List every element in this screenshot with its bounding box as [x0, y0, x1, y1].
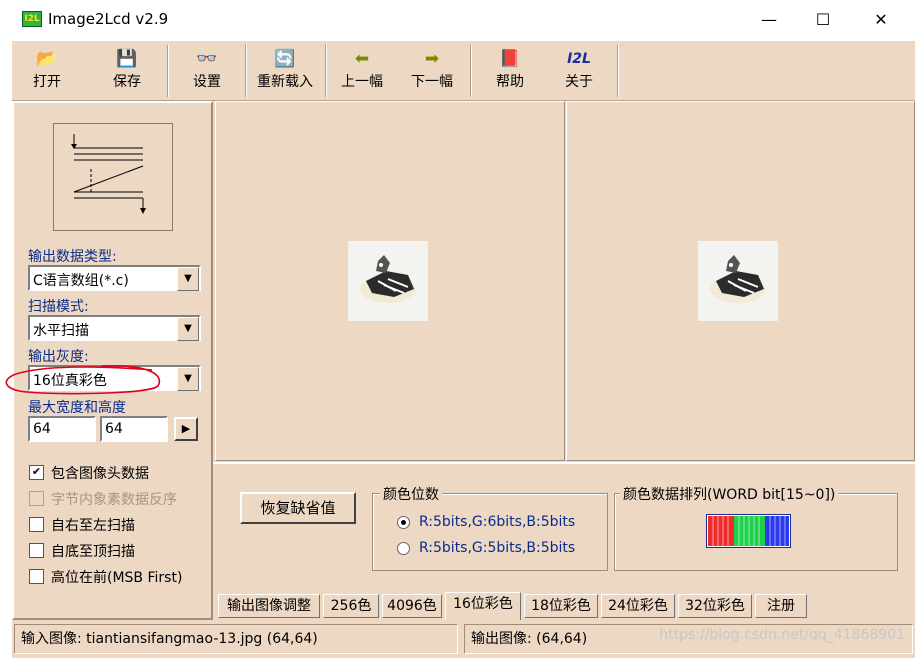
app-icon: I2L	[22, 11, 42, 27]
scan-mode-select[interactable]: 水平扫描 ▼	[28, 315, 201, 341]
rgb555-radio[interactable]: R:5bits,G:5bits,B:5bits	[397, 539, 597, 559]
color-order-bar	[706, 514, 791, 548]
tab-output-adjust[interactable]: 输出图像调整	[218, 594, 320, 618]
max-size-label: 最大宽度和高度	[28, 400, 126, 416]
max-height-input[interactable]: 64	[100, 416, 168, 442]
color-order-title: 颜色数据排列(WORD bit[15~0])	[620, 484, 839, 504]
toolbar-separator	[245, 45, 247, 97]
tab-256-color[interactable]: 256色	[323, 594, 379, 618]
tab-4096-color[interactable]: 4096色	[382, 594, 442, 618]
restore-defaults-button[interactable]: 恢复缺省值	[240, 492, 356, 524]
input-preview-pane	[215, 101, 565, 461]
toolbar-separator	[617, 45, 619, 97]
include-header-label: 包含图像头数据	[51, 466, 149, 482]
bottom-to-top-checkbox[interactable]: 自底至顶扫描	[29, 541, 209, 560]
tab-18bit-color[interactable]: 18位彩色	[524, 594, 598, 618]
msb-first-label: 高位在前(MSB First)	[51, 570, 183, 586]
apply-size-button[interactable]: ▶	[174, 417, 198, 441]
reverse-pixel-checkbox: 字节内象素数据反序	[29, 489, 209, 508]
save-icon: 💾	[116, 49, 138, 69]
close-button[interactable]: ✕	[852, 0, 910, 40]
reverse-pixel-label: 字节内象素数据反序	[51, 492, 177, 508]
next-label: 下一幅	[411, 74, 453, 90]
chevron-down-icon[interactable]: ▼	[177, 317, 199, 341]
bottom-to-top-label: 自底至顶扫描	[51, 544, 135, 560]
window-title: Image2Lcd v2.9	[48, 10, 169, 28]
reload-label: 重新载入	[257, 74, 313, 90]
rgb555-label: R:5bits,G:5bits,B:5bits	[419, 540, 576, 556]
rgb565-label: R:5bits,G:6bits,B:5bits	[419, 514, 576, 530]
maximize-button[interactable]: ☐	[794, 0, 852, 40]
i2l-about-icon: I2L	[567, 51, 591, 67]
open-label: 打开	[33, 74, 61, 90]
previous-label: 上一幅	[341, 74, 383, 90]
minimize-button[interactable]: —	[740, 0, 798, 40]
chevron-down-icon[interactable]: ▼	[177, 267, 199, 291]
tab-register[interactable]: 注册	[755, 594, 807, 618]
rgb565-radio[interactable]: R:5bits,G:6bits,B:5bits	[397, 513, 597, 533]
tab-16bit-color[interactable]: 16位彩色	[445, 592, 521, 620]
check-icon: ✔	[29, 465, 44, 480]
glasses-icon: 👓	[196, 49, 218, 69]
chevron-down-icon[interactable]: ▼	[177, 367, 199, 391]
toolbar-separator	[470, 45, 472, 97]
help-label: 帮助	[496, 74, 524, 90]
scan-direction-icon	[53, 123, 173, 231]
scan-mode-value: 水平扫描	[33, 323, 89, 339]
previous-button[interactable]: ⬅ 上一幅	[332, 47, 392, 97]
scan-mode-label: 扫描模式:	[28, 299, 89, 315]
radio-empty-icon	[397, 542, 410, 555]
open-button[interactable]: 📂 打开	[22, 47, 72, 97]
title-bar: I2L Image2Lcd v2.9 — ☐ ✕	[0, 0, 915, 40]
highlight-annotation	[5, 365, 161, 395]
output-type-label: 输出数据类型:	[28, 249, 117, 265]
radio-selected-icon	[397, 516, 410, 529]
right-to-left-checkbox[interactable]: 自右至左扫描	[29, 515, 209, 534]
save-button[interactable]: 💾 保存	[102, 47, 152, 97]
save-label: 保存	[113, 74, 141, 90]
output-image-thumbnail	[698, 241, 778, 321]
toolbar: 📂 打开 💾 保存 👓 设置 🔄 重新载入 ⬅ 上一幅 ➡ 下一幅 📕 帮助 I…	[12, 40, 915, 101]
arrow-left-icon: ⬅	[354, 49, 370, 69]
settings-button[interactable]: 👓 设置	[182, 47, 232, 97]
input-image-status: 输入图像: tiantiansifangmao-13.jpg (64,64)	[14, 624, 458, 654]
toolbar-separator	[167, 45, 169, 97]
max-width-input[interactable]: 64	[28, 416, 96, 442]
rgb-bit-order-graphic	[708, 516, 789, 546]
msb-first-checkbox[interactable]: 高位在前(MSB First)	[29, 567, 209, 586]
help-button[interactable]: 📕 帮助	[485, 47, 535, 97]
output-type-value: C语言数组(*.c)	[33, 273, 129, 289]
open-icon: 📂	[36, 49, 58, 69]
help-book-icon: 📕	[499, 49, 521, 69]
next-button[interactable]: ➡ 下一幅	[402, 47, 462, 97]
reload-icon: 🔄	[274, 49, 296, 69]
toolbar-separator	[325, 45, 327, 97]
right-to-left-label: 自右至左扫描	[51, 518, 135, 534]
about-button[interactable]: I2L 关于	[554, 47, 604, 97]
tab-32bit-color[interactable]: 32位彩色	[678, 594, 752, 618]
settings-label: 设置	[193, 74, 221, 90]
arrow-right-icon: ➡	[424, 49, 440, 69]
watermark-text: https://blog.csdn.net/qq_41868901	[659, 627, 905, 643]
input-image-thumbnail	[348, 241, 428, 321]
reload-button[interactable]: 🔄 重新载入	[252, 47, 318, 97]
color-bits-title: 颜色位数	[380, 484, 442, 504]
about-label: 关于	[565, 74, 593, 90]
output-type-select[interactable]: C语言数组(*.c) ▼	[28, 265, 201, 291]
include-header-checkbox[interactable]: ✔ 包含图像头数据	[29, 463, 209, 482]
output-preview-pane	[566, 101, 915, 461]
tab-24bit-color[interactable]: 24位彩色	[601, 594, 675, 618]
